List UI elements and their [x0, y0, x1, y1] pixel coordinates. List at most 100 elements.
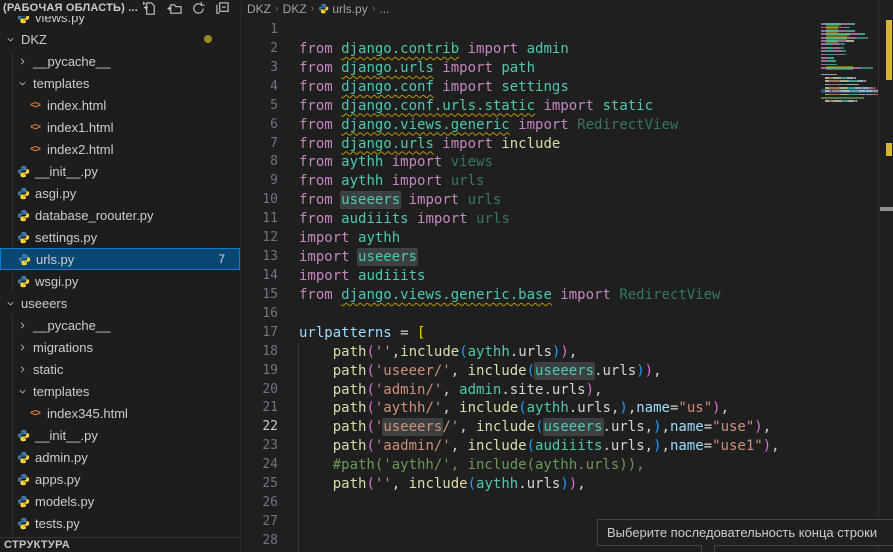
tree-item-database-roouter-py[interactable]: database_roouter.py [0, 204, 240, 226]
python-icon [17, 495, 30, 508]
tree-item-migrations[interactable]: migrations [0, 336, 240, 358]
code-line-14[interactable]: import audiiits [299, 267, 820, 286]
code-line-25[interactable]: path('', include(aythh.urls)), [299, 475, 820, 494]
code-line-23[interactable]: path('aadmin/', include(audiiits.urls,),… [299, 437, 820, 456]
tree-item-urls-py[interactable]: urls.py7 [0, 248, 240, 270]
line-number: 14 [241, 267, 278, 286]
minimap-line [856, 37, 869, 39]
minimap-line [841, 23, 849, 25]
minimap-line [838, 40, 846, 42]
line-number: 19 [241, 362, 278, 381]
line-number: 23 [241, 437, 278, 456]
code-line-10[interactable]: from useeers import urls [299, 191, 820, 210]
python-file-icon [16, 187, 30, 200]
code-line-2[interactable]: from django.contrib import admin [299, 40, 820, 59]
minimap-line [849, 23, 854, 25]
code-line-18[interactable]: path('',include(aythh.urls)), [299, 343, 820, 362]
code-line-7[interactable]: from django.urls import include [299, 135, 820, 154]
code-line-9[interactable]: from aythh import urls [299, 172, 820, 191]
line-number: 22 [241, 418, 278, 437]
collapse-all-icon[interactable] [215, 1, 230, 16]
minimap-line [843, 54, 847, 56]
refresh-icon[interactable] [191, 1, 206, 16]
minimap-line [821, 60, 828, 62]
tree-item-index2-html[interactable]: <>index2.html [0, 138, 240, 160]
chevron-down-icon [17, 78, 28, 89]
code-line-11[interactable]: from audiiits import urls [299, 210, 820, 229]
breadcrumb-item[interactable]: ... [379, 2, 389, 16]
line-number: 11 [241, 210, 278, 229]
code-line-4[interactable]: from django.conf import settings [299, 78, 820, 97]
code-line-13[interactable]: import useeers [299, 248, 820, 267]
tree-item-static[interactable]: static [0, 358, 240, 380]
code-line-8[interactable]: from aythh import views [299, 153, 820, 172]
new-file-icon [143, 1, 158, 16]
tree-item--pycache-[interactable]: __pycache__ [0, 50, 240, 72]
tree-item-label: database_roouter.py [35, 208, 154, 223]
chevron-right-icon [17, 320, 28, 331]
tree-item-wsgi-py[interactable]: wsgi.py [0, 270, 240, 292]
minimap-line [842, 94, 849, 96]
minimap-line [828, 64, 836, 66]
code-line-21[interactable]: path('aythh/', include(aythh.urls,),name… [299, 399, 820, 418]
tree-item-label: settings.py [35, 230, 97, 245]
minimap-line [846, 84, 857, 86]
tree-item-label: DKZ [21, 32, 47, 47]
python-icon [17, 473, 30, 486]
code-line-24[interactable]: #path('aythh/', include(aythh.urls)), [299, 456, 820, 475]
minimap-line [838, 27, 846, 29]
code-editor[interactable]: DKZ›DKZ›urls.py›... 12345678910111213141… [241, 0, 893, 552]
minimap-line [846, 40, 853, 42]
tree-item-index-html[interactable]: <>index.html [0, 94, 240, 116]
line-number: 7 [241, 135, 278, 154]
breadcrumb-item[interactable]: DKZ [247, 2, 271, 16]
code-line-19[interactable]: path('useeer/', include(useeers.urls)), [299, 362, 820, 381]
breadcrumb-item[interactable]: DKZ [283, 2, 307, 16]
tree-item-tests-py[interactable]: tests.py [0, 512, 240, 534]
tree-item-label: templates [33, 76, 89, 91]
explorer-section-header[interactable]: (РАБОЧАЯ ОБЛАСТЬ) ... [0, 0, 240, 16]
tree-item--init-py[interactable]: __init__.py [0, 160, 240, 182]
tree-item-useeers[interactable]: useeers [0, 292, 240, 314]
code-line-12[interactable]: import aythh [299, 229, 820, 248]
python-icon [17, 451, 30, 464]
code-line-26[interactable] [299, 494, 820, 513]
new-folder-icon[interactable] [167, 1, 182, 16]
code-content[interactable]: from django.contrib import adminfrom dja… [299, 21, 820, 551]
tree-item-admin-py[interactable]: admin.py [0, 446, 240, 468]
code-line-16[interactable] [299, 305, 820, 324]
tree-item-apps-py[interactable]: apps.py [0, 468, 240, 490]
tree-item--init-py[interactable]: __init__.py [0, 424, 240, 446]
code-line-20[interactable]: path('admin/', admin.site.urls), [299, 381, 820, 400]
python-file-icon [16, 275, 30, 288]
tree-item-settings-py[interactable]: settings.py [0, 226, 240, 248]
tree-item-asgi-py[interactable]: asgi.py [0, 182, 240, 204]
tree-item-label: useeers [21, 296, 67, 311]
minimap-line [836, 74, 837, 76]
tree-item-label: __init__.py [35, 164, 98, 179]
line-number: 24 [241, 456, 278, 475]
outline-section-header[interactable]: СТРУКТУРА [0, 537, 240, 552]
tree-item-index345-html[interactable]: <>index345.html [0, 402, 240, 424]
code-line-1[interactable] [299, 21, 820, 40]
tree-item-models-py[interactable]: models.py [0, 490, 240, 512]
tree-item-index1-html[interactable]: <>index1.html [0, 116, 240, 138]
chevron-right-icon [16, 364, 28, 374]
code-line-6[interactable]: from django.views.generic import Redirec… [299, 116, 820, 135]
code-line-15[interactable]: from django.views.generic.base import Re… [299, 286, 820, 305]
tree-item-templates[interactable]: templates [0, 380, 240, 402]
minimap-line [846, 27, 850, 29]
tree-item-dkz[interactable]: DKZ [0, 28, 240, 50]
tree-item--pycache-[interactable]: __pycache__ [0, 314, 240, 336]
code-line-17[interactable]: urlpatterns = [ [299, 324, 820, 343]
code-line-5[interactable]: from django.conf.urls.static import stat… [299, 97, 820, 116]
overview-ruler[interactable] [879, 0, 893, 552]
line-number: 4 [241, 78, 278, 97]
code-line-3[interactable]: from django.urls import path [299, 59, 820, 78]
tree-item-templates[interactable]: templates [0, 72, 240, 94]
code-line-22[interactable]: path('useeers/', include(useeers.urls,),… [299, 418, 820, 437]
new-file-icon[interactable] [143, 1, 158, 16]
minimap[interactable] [821, 16, 878, 552]
chevron-right-icon [16, 56, 28, 66]
breadcrumb-item[interactable]: urls.py [318, 2, 367, 16]
